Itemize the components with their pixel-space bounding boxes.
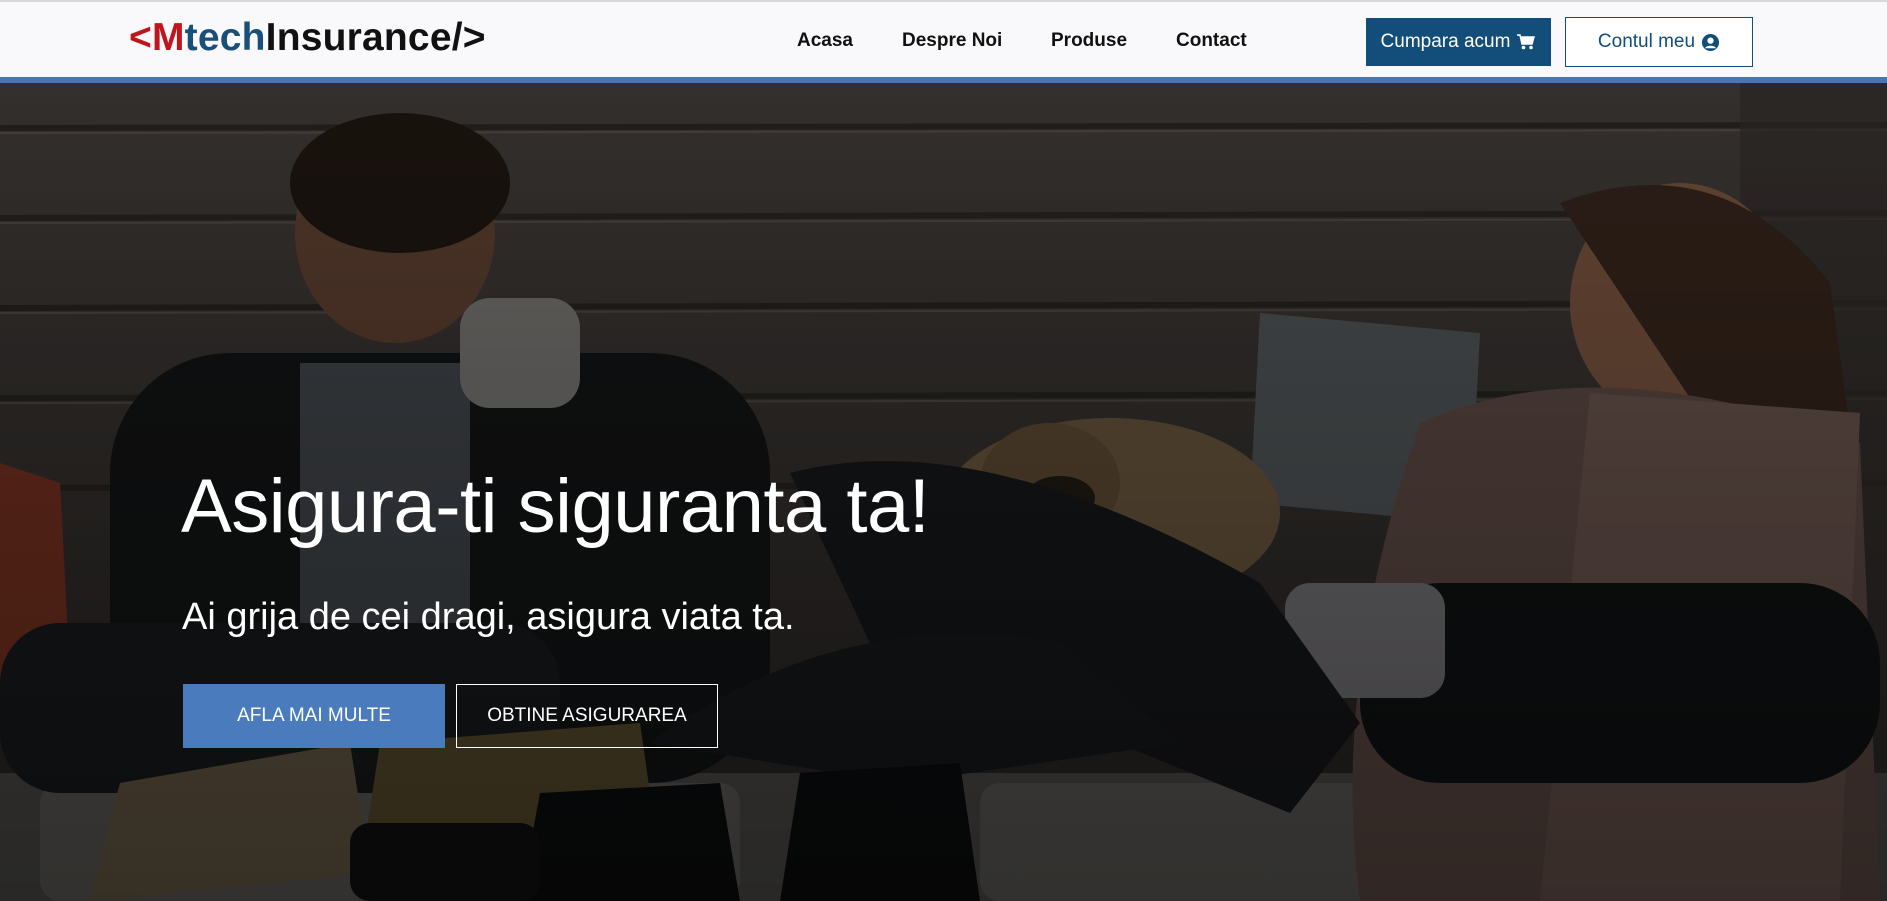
hero-section: Asigura-ti siguranta ta! Ai grija de cei… — [0, 83, 1887, 901]
hero-title: Asigura-ti siguranta ta! — [181, 464, 930, 549]
logo-insurance: Insurance — [265, 16, 452, 59]
nav-item-acasa[interactable]: Acasa — [797, 30, 853, 52]
logo-tech: tech — [184, 16, 266, 59]
get-insurance-button[interactable]: OBTINE ASIGURAREA — [456, 684, 718, 748]
logo-open-bracket: < — [129, 16, 152, 59]
nav-item-produse[interactable]: Produse — [1051, 30, 1127, 52]
shopping-cart-icon — [1517, 34, 1536, 50]
top-navbar: <MtechInsurance/> Acasa Despre Noi Produ… — [0, 0, 1887, 78]
logo-m: M — [151, 16, 185, 59]
learn-more-button[interactable]: AFLA MAI MULTE — [183, 684, 445, 748]
nav-item-despre-noi[interactable]: Despre Noi — [902, 30, 1002, 52]
hero-subtitle: Ai grija de cei dragi, asigura viata ta. — [182, 596, 795, 638]
buy-now-button[interactable]: Cumpara acum — [1366, 18, 1551, 66]
site-logo[interactable]: <MtechInsurance/> — [129, 16, 486, 60]
user-circle-icon — [1702, 33, 1720, 51]
logo-close-bracket: /> — [451, 16, 486, 59]
my-account-button[interactable]: Contul meu — [1565, 17, 1753, 67]
nav-item-contact[interactable]: Contact — [1176, 30, 1247, 52]
buy-now-label: Cumpara acum — [1380, 31, 1511, 52]
my-account-label: Contul meu — [1597, 31, 1696, 52]
